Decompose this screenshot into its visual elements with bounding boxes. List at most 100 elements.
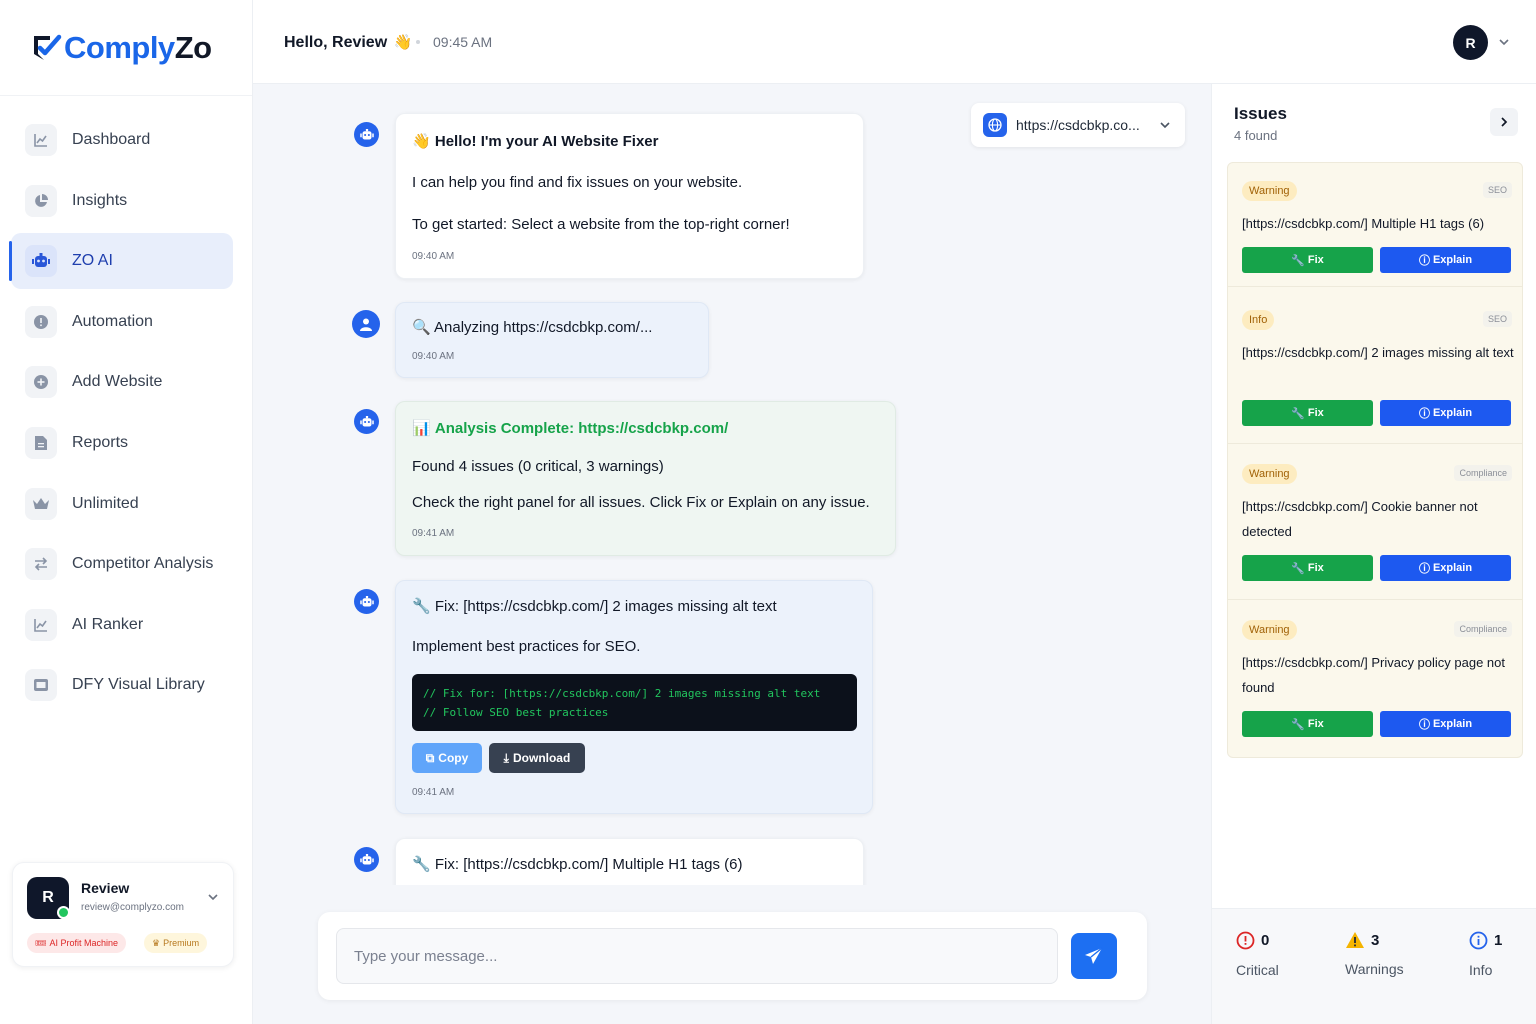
brand-logo[interactable]: ComplyZo [0, 0, 252, 96]
chat-message-bot: 🔧 Fix: [https://csdcbkp.com/] Multiple H… [395, 838, 864, 885]
info-count: 1 [1494, 932, 1503, 949]
brand-name-part2: Zo [174, 29, 212, 65]
bot-avatar-icon [354, 409, 379, 434]
warning-icon [1346, 932, 1364, 948]
critical-icon [1236, 931, 1255, 950]
sidebar-item-add-website[interactable]: Add Website [11, 354, 233, 410]
wrench-icon: 🔧 [1291, 407, 1305, 420]
severity-badge: Warning [1242, 181, 1297, 201]
message-composer [318, 912, 1147, 1000]
website-selector[interactable]: https://csdcbkp.co... [971, 103, 1185, 147]
paper-plane-icon [1085, 947, 1103, 964]
fix-button[interactable]: 🔧 Fix [1242, 555, 1373, 581]
message-text: I can help you find and fix issues on yo… [412, 174, 743, 191]
info-icon: ⓘ [1418, 719, 1430, 731]
message-timestamp: 09:41 AM [412, 787, 455, 798]
info-circle-icon [25, 305, 57, 338]
document-icon [25, 426, 57, 459]
header-avatar[interactable]: R [1453, 25, 1488, 60]
greeting: Hello, Review 👋 [284, 33, 412, 52]
explain-button[interactable]: ⓘ Explain [1380, 711, 1511, 737]
chat-message-user: 🔍 Analyzing https://csdcbkp.com/... 09:4… [395, 302, 709, 378]
message-text: Implement best practices for SEO. [412, 638, 641, 655]
fix-button[interactable]: 🔧 Fix [1242, 400, 1373, 426]
chevron-down-icon [1160, 122, 1170, 129]
info-label: Info [1469, 962, 1493, 978]
pie-chart-icon [25, 184, 57, 217]
swap-icon [25, 548, 57, 581]
crown-icon: ♛ [152, 937, 161, 948]
wave-icon: 👋 [393, 34, 413, 51]
collapse-panel-button[interactable] [1490, 108, 1518, 136]
chat-message-bot: 🔧 Fix: [https://csdcbkp.com/] 2 images m… [395, 580, 873, 814]
chat-input[interactable] [336, 928, 1058, 984]
ticket-icon: 🎟 [35, 937, 47, 948]
info-icon: ⓘ [1418, 563, 1430, 575]
summary-info[interactable]: 1 Info [1469, 931, 1502, 978]
explain-button[interactable]: ⓘ Explain [1380, 555, 1511, 581]
issues-summary: 0 Critical 3 Warnings 1 Info [1212, 908, 1536, 1024]
summary-critical[interactable]: 0 Critical [1236, 931, 1279, 978]
user-email: review@complyzo.com [81, 902, 184, 913]
explain-button[interactable]: ⓘ Explain [1380, 247, 1511, 273]
sidebar-item-ai-ranker[interactable]: AI Ranker [11, 597, 233, 653]
sidebar-item-dashboard[interactable]: Dashboard [11, 112, 233, 168]
chat-message-bot: 📊 Analysis Complete: https://csdcbkp.com… [395, 401, 896, 556]
sidebar-item-zo-ai[interactable]: ZO AI [9, 233, 233, 290]
sidebar-item-insights[interactable]: Insights [11, 173, 233, 229]
tier-badge-label: Premium [163, 938, 200, 948]
chart-line-icon [25, 608, 57, 641]
category-badge: SEO [1482, 311, 1512, 327]
crown-icon [25, 487, 57, 520]
copy-icon: ⧉ [425, 750, 435, 765]
sidebar-item-label: ZO AI [72, 252, 113, 270]
fix-button[interactable]: 🔧 Fix [1242, 247, 1373, 273]
sidebar-item-label: Add Website [72, 373, 163, 391]
user-card[interactable]: R Review review@complyzo.com 🎟 AI Profit… [12, 862, 234, 967]
sidebar-item-label: Automation [72, 312, 153, 330]
robot-icon [25, 245, 57, 278]
warnings-count: 3 [1371, 931, 1380, 949]
issues-panel-title: Issues [1234, 104, 1287, 123]
message-title: 📊 Analysis Complete: https://csdcbkp.com… [412, 420, 729, 437]
chevron-right-icon [1501, 117, 1508, 127]
chevron-down-icon[interactable] [207, 891, 219, 903]
user-name: Review [81, 880, 130, 896]
explain-button-label: Explain [1432, 407, 1473, 419]
sidebar-item-label: Dashboard [72, 131, 151, 148]
sidebar-item-dfy-visual-library[interactable]: DFY Visual Library [11, 657, 233, 713]
info-icon: ⓘ [1418, 408, 1430, 420]
image-icon [25, 669, 57, 702]
download-button[interactable]: ⤓ Download [489, 743, 585, 773]
sidebar-item-competitor-analysis[interactable]: Competitor Analysis [11, 536, 233, 592]
fix-button[interactable]: 🔧 Fix [1242, 711, 1373, 737]
sidebar-item-label: Reports [72, 433, 129, 451]
chevron-down-icon[interactable] [1498, 36, 1510, 48]
plan-badge-label: AI Profit Machine [49, 938, 118, 948]
sidebar-nav: Dashboard Insights ZO AI Automation Add … [0, 96, 252, 713]
sidebar-item-automation[interactable]: Automation [11, 294, 233, 350]
issue-text: [https://csdcbkp.com/] 2 images missing … [1242, 345, 1514, 360]
warnings-label: Warnings [1345, 961, 1404, 977]
code-block[interactable]: // Fix for: [https://csdcbkp.com/] 2 ima… [412, 674, 857, 731]
sidebar-item-label: Unlimited [72, 494, 139, 512]
bot-avatar-icon [354, 589, 379, 614]
send-button[interactable] [1071, 933, 1117, 979]
sidebar-item-unlimited[interactable]: Unlimited [11, 476, 233, 532]
critical-label: Critical [1236, 962, 1279, 978]
sidebar-item-label: DFY Visual Library [72, 676, 205, 694]
summary-warnings[interactable]: 3 Warnings [1345, 931, 1404, 978]
category-badge: SEO [1482, 182, 1512, 198]
download-icon: ⤓ [503, 750, 509, 765]
code-line: // Follow SEO best practices [423, 706, 609, 719]
severity-badge: Warning [1242, 620, 1297, 640]
copy-button[interactable]: ⧉ Copy [412, 743, 482, 773]
sidebar-item-reports[interactable]: Reports [11, 415, 233, 471]
bar-chart-icon: 📊 [412, 420, 431, 437]
explain-button[interactable]: ⓘ Explain [1380, 400, 1511, 426]
wrench-icon: 🔧 [1291, 562, 1305, 575]
fix-button-label: Fix [1307, 407, 1324, 419]
message-timestamp: 09:40 AM [412, 351, 455, 362]
bot-avatar-icon [354, 122, 379, 147]
explain-button-label: Explain [1432, 254, 1473, 266]
